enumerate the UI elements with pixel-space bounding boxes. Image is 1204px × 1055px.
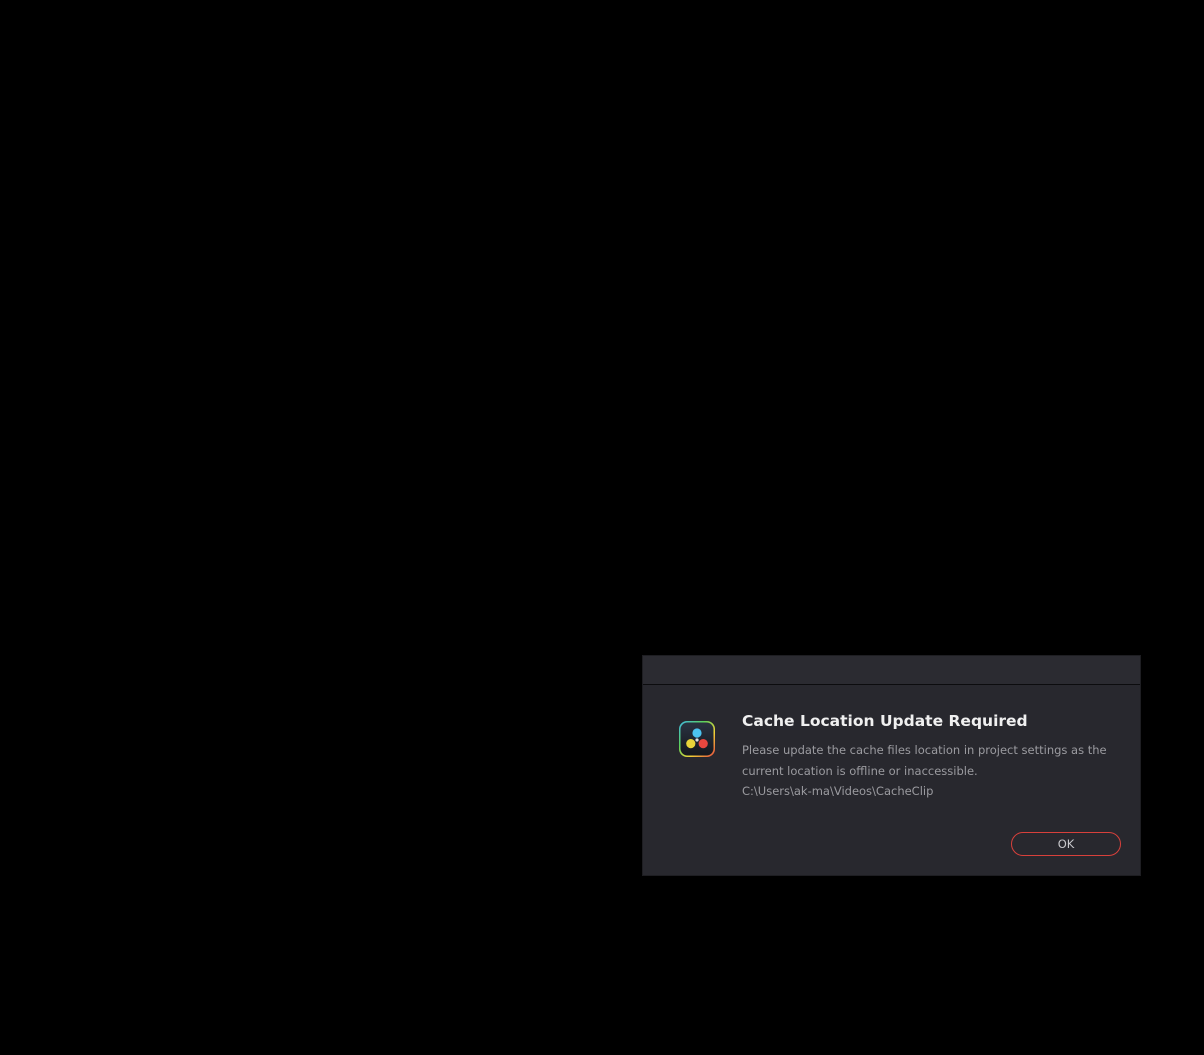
cache-path-text: C:\Users\ak-ma\Videos\CacheClip xyxy=(742,784,934,798)
cache-location-dialog: Cache Location Update Required Please up… xyxy=(642,655,1141,876)
dialog-titlebar[interactable] xyxy=(643,656,1140,685)
davinci-resolve-app-icon xyxy=(678,720,716,758)
dialog-message: Please update the cache files location i… xyxy=(742,743,1107,778)
desktop-background: Cache Location Update Required Please up… xyxy=(0,0,1204,1055)
ok-button[interactable]: OK xyxy=(1011,832,1121,856)
dialog-title: Cache Location Update Required xyxy=(742,712,1028,730)
dialog-content: Cache Location Update Required Please up… xyxy=(742,711,1122,801)
